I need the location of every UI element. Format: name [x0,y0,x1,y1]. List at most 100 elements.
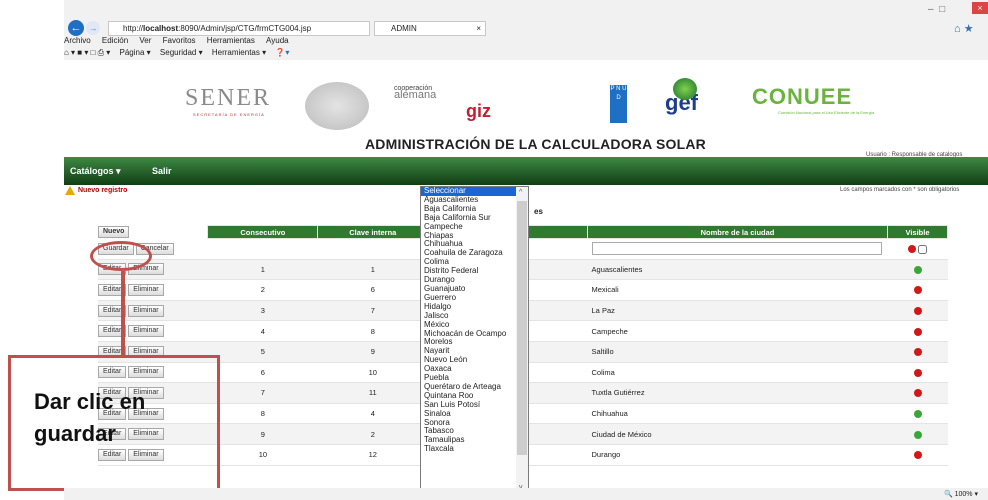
eliminar-button[interactable]: Eliminar [128,325,164,338]
window-controls[interactable]: – □ [928,4,945,15]
cell-consecutivo: 8 [207,403,318,425]
conuee-subtitle: Comisión Nacional para el Uso Eficiente … [778,110,875,115]
visible-status-icon [913,430,922,439]
cell-ciudad: Aguascalientes [587,259,888,281]
cell-clave: 6 [317,279,428,301]
cell-visible [887,362,948,384]
cell-ciudad: Mexicali [587,279,888,301]
window-close-icon[interactable]: × [972,2,988,14]
visible-checkbox[interactable] [918,244,928,254]
required-fields-note: Los campos marcados con * son obligatori… [840,187,960,193]
tab-title: ADMIN [391,24,417,33]
menu-ayuda[interactable]: Ayuda [266,36,289,45]
visible-status-icon [913,348,922,357]
visible-status-icon [913,368,922,377]
sener-subtitle: SECRETARÍA DE ENERGÍA [193,112,265,117]
section-title: es [534,207,543,216]
cell-clave: 11 [317,382,428,404]
cell-ciudad: La Paz [587,300,888,322]
cell-clave: 4 [317,403,428,425]
menu-edicion[interactable]: Edición [102,36,128,45]
cell-visible [887,300,948,322]
cell-visible [887,403,948,425]
nuevo-button[interactable]: Nuevo [98,226,130,238]
page-title: ADMINISTRACIÓN DE LA CALCULADORA SOLAR [365,136,706,152]
cmd-pagina[interactable]: Página ▾ [120,48,151,57]
help-icon[interactable]: ❓▾ [275,48,289,57]
eliminar-button[interactable]: Eliminar [128,304,164,317]
menu-archivo[interactable]: Archivo [64,36,91,45]
cell-consecutivo: 10 [207,444,318,466]
cell-ciudad: Saltillo [587,341,888,363]
url-host: localhost [143,24,179,33]
cell-consecutivo: 1 [207,259,318,281]
cell-visible [887,279,948,301]
visible-dot-icon [907,245,916,254]
gef-logo: gef [665,78,698,116]
toolbar-icons[interactable]: ⌂ ▾ ■ ▾ □ ⎙ ▾ [64,48,110,58]
cell-visible [887,444,948,466]
cell-visible [887,320,948,342]
nav-catalogos[interactable]: Catálogos ▾ [70,166,121,177]
giz-logo: giz [466,101,491,121]
browser-tab[interactable]: ADMIN × [374,21,486,36]
menu-ver[interactable]: Ver [139,36,151,45]
dropdown-option[interactable]: Tlaxcala [421,444,528,454]
url-prefix: http:// [123,24,144,33]
cell-clave: 2 [317,423,428,445]
dropdown-scroll-thumb[interactable] [517,201,527,455]
cell-consecutivo: 3 [207,300,318,322]
cell-clave: 8 [317,320,428,342]
cell-consecutivo: 4 [207,320,318,342]
cell-ciudad: Campeche [587,320,888,342]
visible-status-icon [913,265,922,274]
col-ciudad: Nombre de la ciudad [587,225,888,239]
col-clave: Clave interna [317,225,429,239]
cell-clave: 12 [317,444,428,466]
home-star-gear-icons[interactable]: ⌂ ★ [954,22,974,35]
col-consecutivo: Consecutivo [207,225,319,239]
visible-status-icon [913,389,922,398]
visible-status-icon [913,410,922,419]
menu-favoritos[interactable]: Favoritos [163,36,196,45]
callout-text: Dar clic en guardar [34,389,146,446]
visible-status-icon [913,307,922,316]
cell-ciudad: Ciudad de México [587,423,888,445]
command-bar: ⌂ ▾ ■ ▾ □ ⎙ ▾ Página ▾ Seguridad ▾ Herra… [64,48,988,60]
nuevo-registro-label: Nuevo registro [78,187,128,194]
cell-ciudad: Chihuahua [587,403,888,425]
cell-ciudad: Colima [587,362,888,384]
cell-consecutivo: 7 [207,382,318,404]
menu-herramientas[interactable]: Herramientas [207,36,255,45]
visible-status-icon [913,286,922,295]
cell-consecutivo: 5 [207,341,318,363]
main-nav: Catálogos ▾ Salir [64,157,988,185]
cell-consecutivo: 2 [207,279,318,301]
cell-ciudad: Durango [587,444,888,466]
address-bar[interactable]: http://localhost:8090/Admin/jsp/CTG/frmC… [108,21,370,36]
eliminar-button[interactable]: Eliminar [128,283,164,296]
cmd-seguridad[interactable]: Seguridad ▾ [160,48,203,57]
zoom-level[interactable]: 🔍 100% ▾ [944,490,978,498]
cell-clave: 9 [317,341,428,363]
menu-bar: Archivo Edición Ver Favoritos Herramient… [64,36,988,48]
estado-dropdown-list[interactable]: Seleccionar Aguascalientes Baja California… [420,186,529,497]
conuee-logo: CONUEE [752,84,853,109]
ciudad-input[interactable] [591,242,882,256]
close-tab-icon[interactable]: × [476,22,481,35]
back-button[interactable]: ← [68,20,84,36]
mexico-seal-logo [305,82,369,130]
cell-clave: 1 [317,259,428,281]
cell-clave: 10 [317,362,428,384]
sener-logo: SENER [185,85,272,111]
cell-clave: 7 [317,300,428,322]
cmd-herramientas[interactable]: Herramientas ▾ [212,48,266,57]
visible-status-icon [913,451,922,460]
status-bar: 🔍 100% ▾ [64,488,988,500]
cell-consecutivo: 9 [207,423,318,445]
nav-salir[interactable]: Salir [152,166,172,176]
forward-button[interactable]: → [86,21,100,35]
scroll-up-icon[interactable]: ^ [519,189,522,196]
cell-visible [887,259,948,281]
cell-visible [887,382,948,404]
